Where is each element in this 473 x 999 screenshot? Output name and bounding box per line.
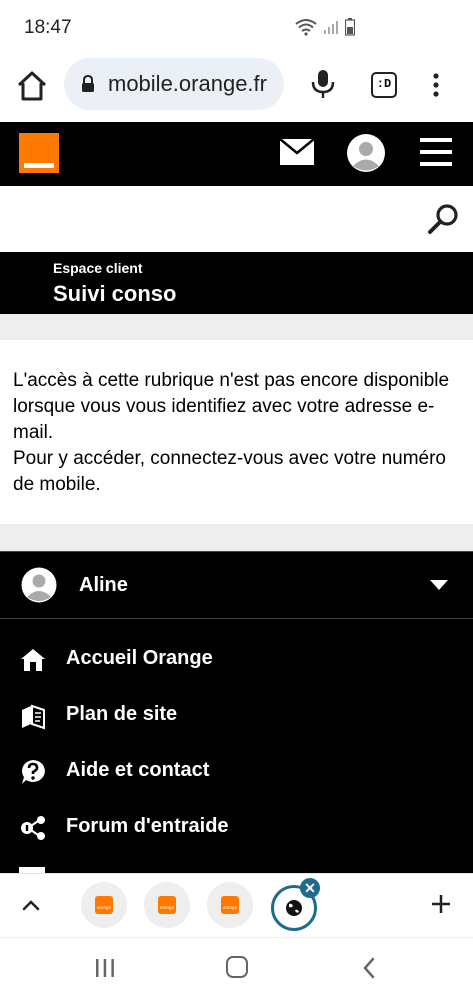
browser-tab[interactable]: orange [81,882,127,928]
url-bar[interactable]: mobile.orange.fr [64,58,284,110]
nav-item-label: Forum d'entraide [66,815,229,837]
home-icon [21,649,45,671]
search-icon[interactable] [426,202,462,238]
nav-item-label: Aide et contact [66,759,210,781]
info-message: L'accès à cette rubrique n'est pas encor… [13,368,463,498]
orange-favicon: orange [95,896,113,914]
site-header [0,122,473,186]
browser-tab[interactable]: orange [144,882,190,928]
divider-band [0,524,473,551]
signal-icon [324,21,338,34]
sitemap-icon [22,704,45,730]
account-avatar-icon[interactable] [346,133,386,173]
status-time: 18:47 [24,17,72,38]
browser-tab-strip: orange orange orange ✕ [0,873,473,937]
chevron-up-icon[interactable] [20,894,42,916]
user-name: Aline [79,574,128,596]
mic-icon[interactable] [308,68,338,100]
browser-tab[interactable]: orange [207,882,253,928]
chevron-down-icon[interactable] [430,580,448,590]
status-bar: 18:47 [0,0,473,56]
nav-item-accueil[interactable]: Accueil Orange [0,631,473,687]
wifi-icon [295,19,317,36]
info-message-line: L'accès à cette rubrique n'est pas encor… [13,370,450,443]
page-title-band: Espace client Suivi conso [0,252,473,314]
back-icon[interactable] [362,956,376,980]
nav-item-aide-contact[interactable]: Aide et contact [0,743,473,799]
close-tab-icon[interactable]: ✕ [300,878,320,898]
orange-logo[interactable] [19,133,59,173]
footer-nav: Accueil Orange Plan de site Aide et cont… [0,619,473,873]
user-avatar-icon [21,567,57,603]
status-icons [295,18,355,36]
nav-item-plan-de-site[interactable]: Plan de site [0,687,473,743]
url-text: mobile.orange.fr [108,71,267,96]
recents-icon[interactable] [94,958,116,978]
orange-favicon: orange [158,896,176,914]
hamburger-menu-icon[interactable] [418,136,454,168]
info-message-line: Pour y accéder, connectez-vous avec votr… [13,448,447,495]
nav-item-label: Accueil Orange [66,647,213,669]
browser-toolbar: mobile.orange.fr :D [0,56,473,122]
forum-icon [21,816,45,840]
overflow-menu-icon[interactable] [426,70,446,100]
orange-favicon: orange [221,896,239,914]
new-tab-icon[interactable] [429,892,453,916]
user-account-row[interactable]: Aline [0,551,473,619]
tab-switcher-button[interactable]: :D [371,72,397,98]
mail-icon[interactable] [279,138,315,166]
search-row [0,186,473,252]
page-title: Suivi conso [53,281,177,306]
orange-logo-bar [24,163,54,168]
nav-item-forum[interactable]: Forum d'entraide [0,799,473,855]
home-icon[interactable] [14,68,50,104]
lock-icon [82,75,94,92]
nav-item-label: Plan de site [66,703,178,725]
divider-band [0,314,473,340]
page-subtitle: Espace client [53,260,143,276]
battery-icon [345,18,355,36]
globe-icon [286,900,302,916]
help-icon [22,760,45,784]
system-nav-bar [0,937,473,999]
system-home-button[interactable] [226,956,248,978]
